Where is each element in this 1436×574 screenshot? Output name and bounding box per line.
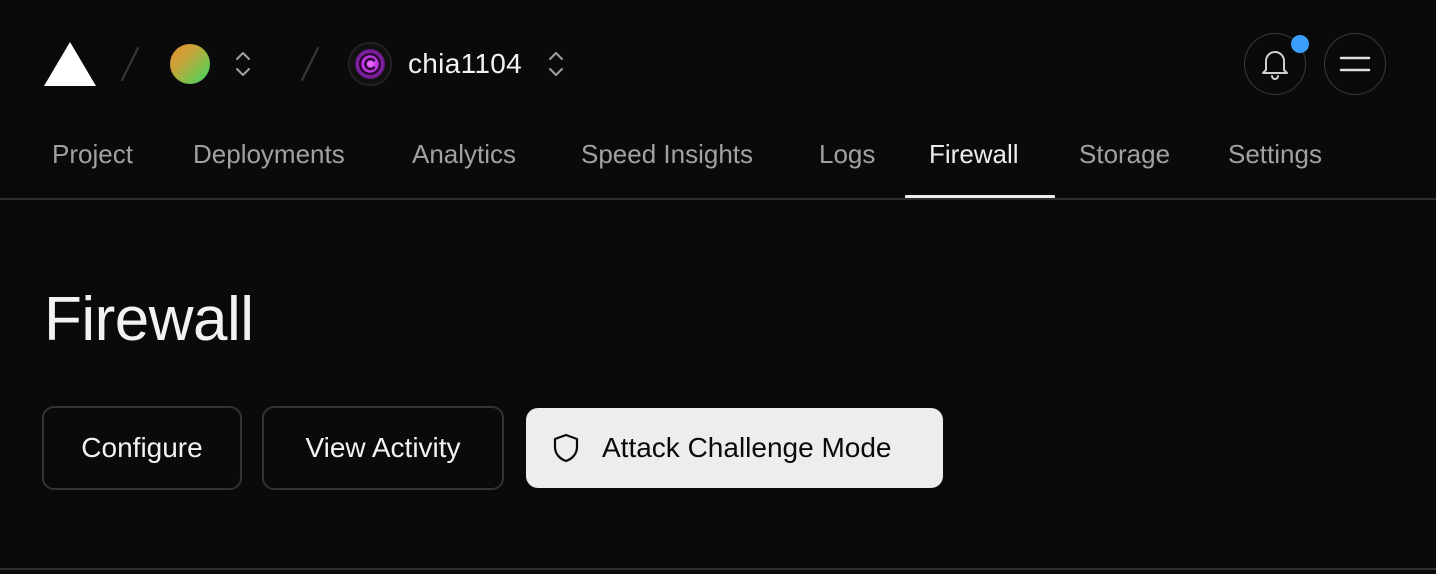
- menu-button[interactable]: [1324, 33, 1386, 95]
- tab-settings[interactable]: Settings: [1228, 138, 1322, 170]
- app-window: chia1104 Project Deployments Analytics S…: [0, 0, 1436, 574]
- content-divider: [0, 568, 1436, 570]
- tabs-divider: [0, 198, 1436, 200]
- tab-logs[interactable]: Logs: [819, 138, 875, 170]
- vercel-logo-icon[interactable]: [44, 42, 96, 86]
- page-title: Firewall: [44, 285, 254, 354]
- project-avatar-icon[interactable]: [349, 43, 391, 85]
- tab-speed-insights[interactable]: Speed Insights: [581, 138, 753, 170]
- view-activity-button[interactable]: View Activity: [262, 406, 504, 490]
- tab-project[interactable]: Project: [52, 138, 133, 170]
- configure-button-label: Configure: [81, 432, 203, 463]
- tab-firewall[interactable]: Firewall: [929, 138, 1019, 170]
- tab-deployments[interactable]: Deployments: [193, 138, 345, 170]
- view-activity-button-label: View Activity: [305, 432, 461, 463]
- tab-analytics[interactable]: Analytics: [412, 138, 516, 170]
- notification-badge: [1291, 35, 1309, 53]
- project-switcher-chevron-icon[interactable]: [546, 48, 566, 80]
- breadcrumb-separator-icon: [121, 47, 139, 81]
- attack-challenge-mode-label: Attack Challenge Mode: [602, 432, 892, 463]
- shield-icon: [553, 433, 579, 463]
- attack-challenge-mode-button[interactable]: Attack Challenge Mode: [526, 408, 943, 488]
- project-tabs: Project Deployments Analytics Speed Insi…: [0, 128, 1436, 200]
- project-name[interactable]: chia1104: [408, 46, 522, 82]
- team-switcher-chevron-icon[interactable]: [233, 48, 253, 80]
- breadcrumb-separator-icon: [301, 47, 319, 81]
- hamburger-menu-icon: [1339, 56, 1370, 71]
- configure-button[interactable]: Configure: [42, 406, 242, 490]
- top-bar: chia1104: [0, 0, 1436, 128]
- tab-storage[interactable]: Storage: [1079, 138, 1170, 170]
- team-avatar[interactable]: [170, 44, 210, 84]
